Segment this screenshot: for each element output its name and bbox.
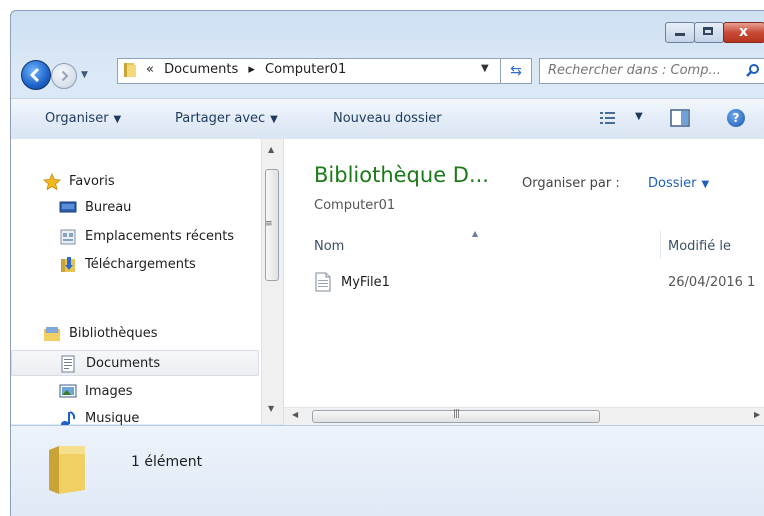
folder-icon (49, 446, 85, 494)
scroll-grip-icon: ||| (453, 409, 460, 419)
navigation-bar: ▼ « Documents ▸ Computer01 ▼ ⇆ (11, 53, 764, 91)
organize-menu[interactable]: Organiser ▼ (45, 111, 121, 126)
help-icon[interactable]: ? (727, 109, 745, 127)
nav-item-images[interactable]: Images (11, 379, 259, 405)
star-icon (43, 173, 61, 191)
images-icon (59, 384, 77, 398)
nav-item-bureau[interactable]: Bureau (11, 195, 259, 221)
address-dropdown-icon[interactable]: ▼ (481, 63, 489, 74)
nav-item-label: Emplacements récents (85, 229, 235, 244)
search-input[interactable] (548, 62, 728, 78)
nav-favorites[interactable]: Favoris (11, 169, 259, 195)
recent-places-icon (60, 229, 76, 245)
share-menu[interactable]: Partager avec ▼ (175, 111, 278, 126)
maximize-icon (703, 27, 713, 35)
preview-pane-icon[interactable] (670, 109, 690, 127)
nav-item-label: Documents (86, 356, 161, 371)
file-list-pane: Bibliothèque D... Computer01 Organiser p… (284, 139, 764, 424)
search-box[interactable] (539, 58, 764, 84)
maximize-button[interactable] (694, 22, 724, 43)
scroll-thumb[interactable]: ||| (312, 409, 600, 423)
arrange-by-dropdown[interactable]: Dossier ▼ (648, 176, 709, 191)
nav-item-label: Musique (85, 411, 140, 426)
sort-ascending-icon: ▲ (472, 229, 479, 238)
documents-icon (61, 355, 75, 373)
recent-pages-dropdown-icon[interactable]: ▼ (81, 70, 88, 80)
arrange-by-label: Organiser par : (522, 176, 620, 191)
navigation-pane: Favoris Bureau Emplacements récents Télé… (11, 139, 284, 427)
search-icon[interactable] (746, 63, 760, 77)
downloads-folder-icon (61, 257, 75, 272)
arrange-by-value: Dossier (648, 176, 697, 191)
nav-favorites-label: Favoris (69, 174, 115, 189)
chevron-down-icon: ▼ (701, 179, 710, 190)
forward-button[interactable] (51, 63, 77, 89)
new-folder-label: Nouveau dossier (333, 111, 442, 126)
nav-item-recent-places[interactable]: Emplacements récents (11, 224, 259, 250)
file-name[interactable]: MyFile1 (341, 275, 390, 290)
view-dropdown-icon[interactable]: ▼ (635, 111, 643, 122)
scroll-grip-icon: ≡ (265, 219, 273, 229)
library-subtitle: Computer01 (314, 198, 396, 213)
nav-item-label: Téléchargements (85, 257, 196, 272)
nav-item-documents[interactable]: Documents (11, 350, 259, 376)
nav-item-label: Images (85, 384, 133, 399)
breadcrumb-separator-icon[interactable]: ▸ (248, 62, 255, 77)
organize-label: Organiser (45, 111, 109, 126)
nav-pane-scrollbar[interactable]: ▲ ≡ ▼ (261, 139, 283, 424)
close-button[interactable]: x (723, 22, 764, 43)
libraries-icon (44, 327, 60, 341)
library-title: Bibliothèque D... (314, 163, 489, 187)
back-button[interactable] (21, 60, 51, 90)
breadcrumb-overflow[interactable]: « (146, 62, 154, 77)
breadcrumb-item-documents[interactable]: Documents (164, 62, 238, 77)
back-arrow-icon (29, 67, 40, 83)
change-view-icon[interactable] (599, 110, 617, 126)
folder-icon (124, 63, 136, 77)
caption-buttons: x (665, 22, 764, 44)
scroll-up-icon[interactable]: ▲ (268, 145, 274, 154)
forward-arrow-icon (61, 70, 69, 82)
minimize-icon (675, 33, 685, 36)
scroll-left-icon[interactable]: ◀ (292, 410, 298, 419)
breadcrumb-item-computer01[interactable]: Computer01 (265, 62, 346, 77)
column-header-name[interactable]: Nom (314, 239, 344, 254)
scroll-right-icon[interactable]: ▶ (754, 410, 760, 419)
chevron-down-icon: ▼ (270, 114, 278, 125)
file-modified-date: 26/04/2016 1 (668, 275, 756, 290)
address-bar[interactable]: « Documents ▸ Computer01 ▼ ⇆ (117, 58, 532, 84)
text-file-icon[interactable] (314, 272, 332, 292)
scroll-down-icon[interactable]: ▼ (268, 404, 274, 413)
command-bar: Organiser ▼ Partager avec ▼ Nouveau dossie… (11, 98, 764, 140)
share-label: Partager avec (175, 111, 266, 126)
minimize-button[interactable] (665, 22, 695, 43)
item-count: 1 élément (131, 454, 203, 470)
desktop-icon (59, 201, 77, 213)
refresh-button[interactable]: ⇆ (500, 59, 531, 83)
column-header-modified[interactable]: Modifié le (668, 239, 731, 254)
column-divider[interactable] (660, 231, 661, 259)
nav-libraries-label: Bibliothèques (69, 326, 158, 341)
new-folder-button[interactable]: Nouveau dossier (333, 111, 442, 126)
nav-item-label: Bureau (85, 200, 132, 215)
details-pane: 1 élément (11, 425, 764, 516)
explorer-window: x ▼ « Documents ▸ Computer01 ▼ ⇆ Recherc… (10, 10, 764, 516)
refresh-icon: ⇆ (510, 63, 522, 79)
nav-libraries[interactable]: Bibliothèques (11, 321, 259, 347)
nav-item-downloads[interactable]: Téléchargements (11, 252, 259, 278)
close-icon: x (739, 24, 749, 40)
file-list-horizontal-scrollbar[interactable]: ◀ ||| ▶ (284, 407, 764, 425)
chevron-down-icon: ▼ (113, 114, 122, 125)
breadcrumb: « Documents ▸ Computer01 (146, 62, 352, 77)
